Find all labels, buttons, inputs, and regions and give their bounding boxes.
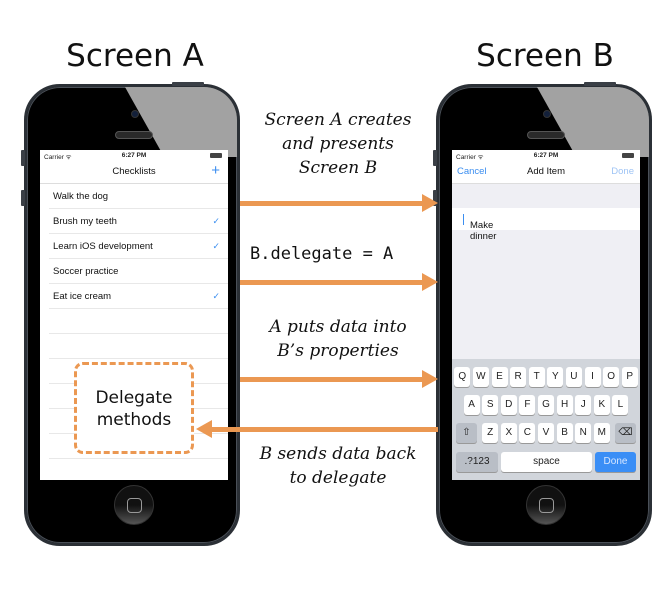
key-t[interactable]: T (528, 367, 545, 387)
phone-b: Carrier ᯤ 6:27 PM Cancel Add Item Done M… (436, 84, 652, 546)
glass-reflection (537, 87, 649, 157)
key-j[interactable]: J (575, 395, 592, 415)
nav-title: Checklists (112, 166, 156, 177)
key-o[interactable]: O (603, 367, 620, 387)
key-p[interactable]: P (621, 367, 638, 387)
sleep-button (584, 82, 616, 86)
list-item[interactable]: Walk the dog (49, 184, 228, 209)
checkmark-icon: ✓ (212, 291, 220, 301)
empty-row (49, 334, 228, 359)
list-item[interactable]: Learn iOS development ✓ (49, 234, 228, 259)
empty-row (49, 459, 228, 480)
key-w[interactable]: W (472, 367, 489, 387)
checkmark-icon: ✓ (212, 216, 220, 226)
key-a[interactable]: A (463, 395, 480, 415)
camera-icon (543, 110, 551, 118)
delegate-methods-box: Delegate methods (74, 362, 194, 454)
add-item-button[interactable]: + (211, 162, 220, 179)
arrow-delegate-assign (240, 273, 438, 291)
done-button[interactable]: Done (611, 166, 634, 177)
battery-icon (622, 153, 634, 158)
home-square-icon (127, 498, 142, 513)
battery-icon (210, 153, 222, 158)
checkmark-icon: ✓ (212, 241, 220, 251)
status-bar: Carrier ᯤ 6:27 PM (452, 150, 640, 161)
key-z[interactable]: Z (482, 423, 499, 443)
key-s[interactable]: S (482, 395, 499, 415)
arrow-creates (240, 194, 438, 212)
keyboard-done-key[interactable]: Done (595, 452, 636, 472)
screen-b: Carrier ᯤ 6:27 PM Cancel Add Item Done M… (452, 150, 640, 480)
clock: 6:27 PM (533, 152, 559, 159)
screen-b-title: Screen B (476, 38, 614, 74)
space-key[interactable]: space (501, 452, 592, 472)
home-button[interactable] (526, 485, 566, 525)
caption-sends-back: B sends data back to delegate (259, 444, 417, 488)
status-bar: Carrier ᯤ 6:27 PM (40, 150, 228, 161)
speaker-grille (115, 131, 153, 139)
arrow-puts-data (240, 370, 438, 388)
caption-delegate-assign: B.delegate = A (250, 244, 394, 264)
key-n[interactable]: N (575, 423, 592, 443)
key-y[interactable]: Y (547, 367, 564, 387)
key-i[interactable]: I (584, 367, 601, 387)
shift-key[interactable]: ⇧ (456, 423, 477, 443)
clock: 6:27 PM (121, 152, 147, 159)
key-b[interactable]: B (556, 423, 573, 443)
speaker-grille (527, 131, 565, 139)
empty-row (49, 309, 228, 334)
list-item[interactable]: Soccer practice (49, 259, 228, 284)
key-c[interactable]: C (519, 423, 536, 443)
key-v[interactable]: V (538, 423, 554, 443)
key-q[interactable]: Q (454, 367, 471, 387)
glass-reflection (125, 87, 237, 157)
volume-up-button (21, 150, 25, 166)
form-area: Make dinner Q W E R T Y U I O P A S D F G H J K L ⇧ Z X C V B N M ⌫… (452, 184, 640, 480)
caption-creates: Screen A creates and presents Screen B (264, 110, 412, 178)
nav-bar: Checklists + (40, 161, 228, 184)
key-g[interactable]: G (538, 395, 554, 415)
sleep-button (172, 82, 204, 86)
home-square-icon (539, 498, 554, 513)
volume-down-button (21, 190, 25, 206)
list-item[interactable]: Brush my teeth ✓ (49, 209, 228, 234)
keyboard: Q W E R T Y U I O P A S D F G H J K L ⇧ Z X C V B N M ⌫ .?123 space Do… (452, 359, 640, 480)
screen-a-title: Screen A (66, 38, 204, 74)
key-h[interactable]: H (556, 395, 573, 415)
phone-a: Carrier ᯤ 6:27 PM Checklists + Walk the … (24, 84, 240, 546)
numbers-key[interactable]: .?123 (456, 452, 498, 472)
home-button[interactable] (114, 485, 154, 525)
key-r[interactable]: R (510, 367, 527, 387)
caption-puts-data: A puts data into B’s properties (269, 317, 407, 361)
nav-bar: Cancel Add Item Done (452, 161, 640, 184)
key-x[interactable]: X (500, 423, 517, 443)
key-k[interactable]: K (593, 395, 610, 415)
key-d[interactable]: D (500, 395, 517, 415)
item-text-field[interactable]: Make dinner (452, 208, 640, 242)
arrow-sends-back (196, 420, 438, 438)
text-caret (463, 214, 464, 225)
key-m[interactable]: M (593, 423, 610, 443)
key-u[interactable]: U (565, 367, 582, 387)
text-field-value: Make dinner (470, 220, 497, 242)
camera-icon (131, 110, 139, 118)
delete-key[interactable]: ⌫ (615, 423, 636, 443)
key-f[interactable]: F (519, 395, 536, 415)
list-item[interactable]: Eat ice cream ✓ (49, 284, 228, 309)
key-e[interactable]: E (491, 367, 508, 387)
key-l[interactable]: L (612, 395, 629, 415)
